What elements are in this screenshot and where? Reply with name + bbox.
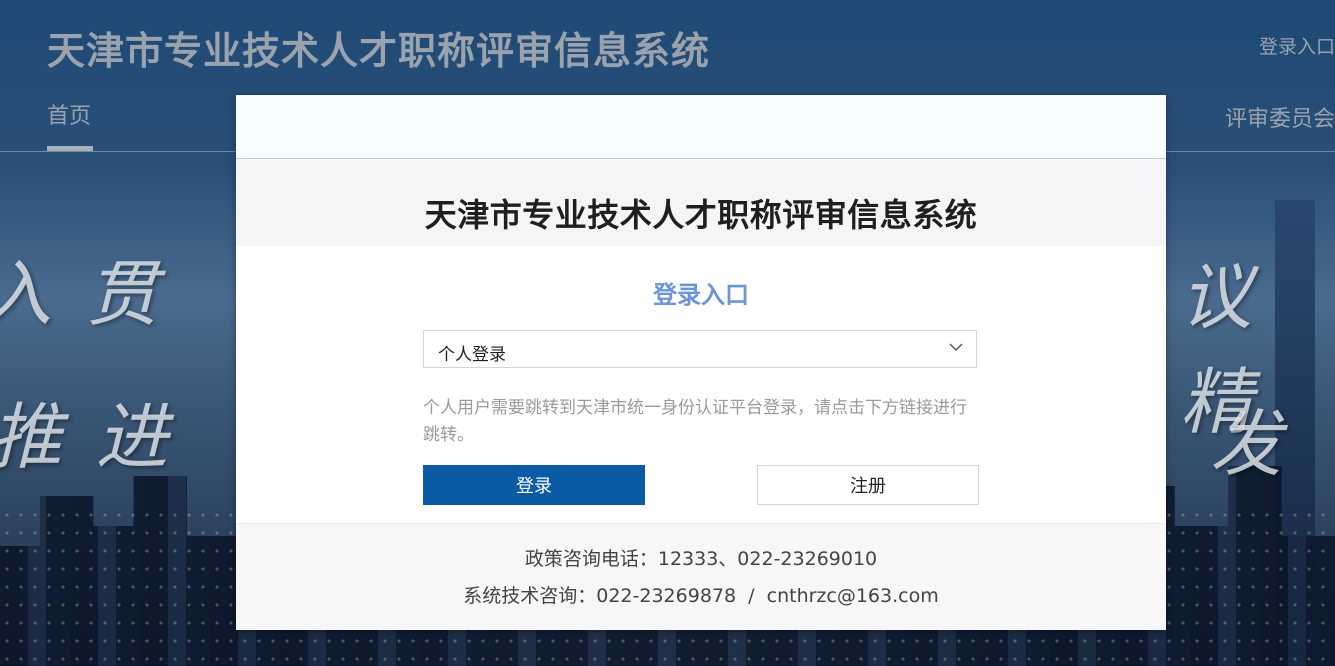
login-hint-text: 个人用户需要跳转到天津市统一身份认证平台登录，请点击下方链接进行跳转。 [423,398,967,445]
login-type-value: 个人登录 [438,345,506,365]
modal-header [236,95,1166,159]
chevron-down-icon [949,343,963,351]
register-button[interactable]: 注册 [757,465,979,505]
login-modal: 天津市专业技术人才职称评审信息系统 登录入口 个人登录 个人用户需要跳转到天津市… [236,95,1166,630]
login-heading: 登录入口 [653,281,749,309]
policy-contact-text: 政策咨询电话：12333、022-23269010 [524,548,878,570]
login-button[interactable]: 登录 [423,465,645,505]
modal-title: 天津市专业技术人才职称评审信息系统 [424,196,978,234]
login-type-select[interactable]: 个人登录 [423,330,977,368]
tech-contact-text: 系统技术咨询：022-23269878 / cnthrzc@163.com [463,585,939,607]
modal-footer [236,523,1166,630]
